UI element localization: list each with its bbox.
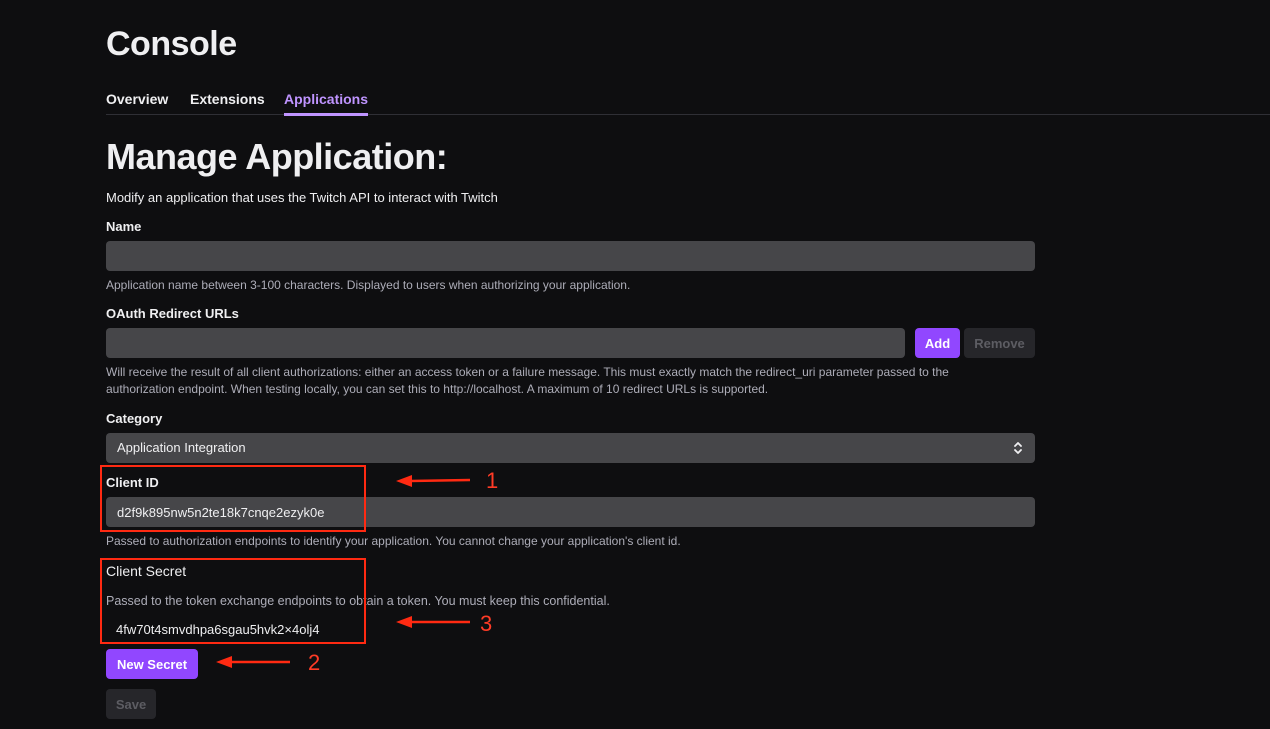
category-selected-value[interactable]: Application Integration: [106, 433, 1035, 463]
annotation-number-2: 2: [308, 650, 321, 675]
page-title: Manage Application:: [106, 136, 448, 177]
client-secret-hint: Passed to the token exchange endpoints t…: [106, 594, 610, 608]
annotation-number-3: 3: [480, 611, 493, 636]
add-redirect-button[interactable]: Add: [915, 328, 960, 358]
new-secret-button[interactable]: New Secret: [106, 649, 198, 679]
annotation-arrow-3-icon: [396, 616, 470, 628]
redirect-urls-label: OAuth Redirect URLs: [106, 306, 239, 321]
annotation-arrow-2-icon: [216, 656, 290, 668]
tab-extensions[interactable]: Extensions: [190, 91, 265, 115]
remove-redirect-button[interactable]: Remove: [964, 328, 1035, 358]
client-id-input[interactable]: [106, 497, 1035, 527]
tab-applications[interactable]: Applications: [284, 91, 369, 116]
category-label: Category: [106, 411, 163, 426]
client-secret-label: Client Secret: [106, 563, 187, 579]
client-id-hint: Passed to authorization endpoints to ide…: [106, 534, 681, 548]
redirect-hint-line-2: authorization endpoint. When testing loc…: [106, 382, 769, 396]
console-title: Console: [106, 25, 237, 63]
annotation-number-1: 1: [486, 468, 499, 493]
redirect-url-input[interactable]: [106, 328, 905, 358]
name-label: Name: [106, 219, 142, 234]
tab-overview[interactable]: Overview: [106, 91, 168, 115]
annotation-arrow-1-icon: [396, 475, 471, 487]
category-select[interactable]: Application Integration: [106, 433, 1035, 463]
redirect-hint-line-1: Will receive the result of all client au…: [106, 365, 949, 379]
name-input[interactable]: [106, 241, 1035, 271]
save-button[interactable]: Save: [106, 689, 156, 719]
client-id-label: Client ID: [106, 475, 159, 490]
name-hint: Application name between 3-100 character…: [106, 278, 631, 292]
tab-bar: Overview Extensions Applications: [106, 88, 1270, 116]
page-subtitle: Modify an application that uses the Twit…: [106, 190, 498, 205]
client-secret-value: 4fw70t4smvdhpa6sgau5hvk2×4olj4: [116, 622, 320, 637]
select-caret-icon: [1014, 442, 1022, 454]
